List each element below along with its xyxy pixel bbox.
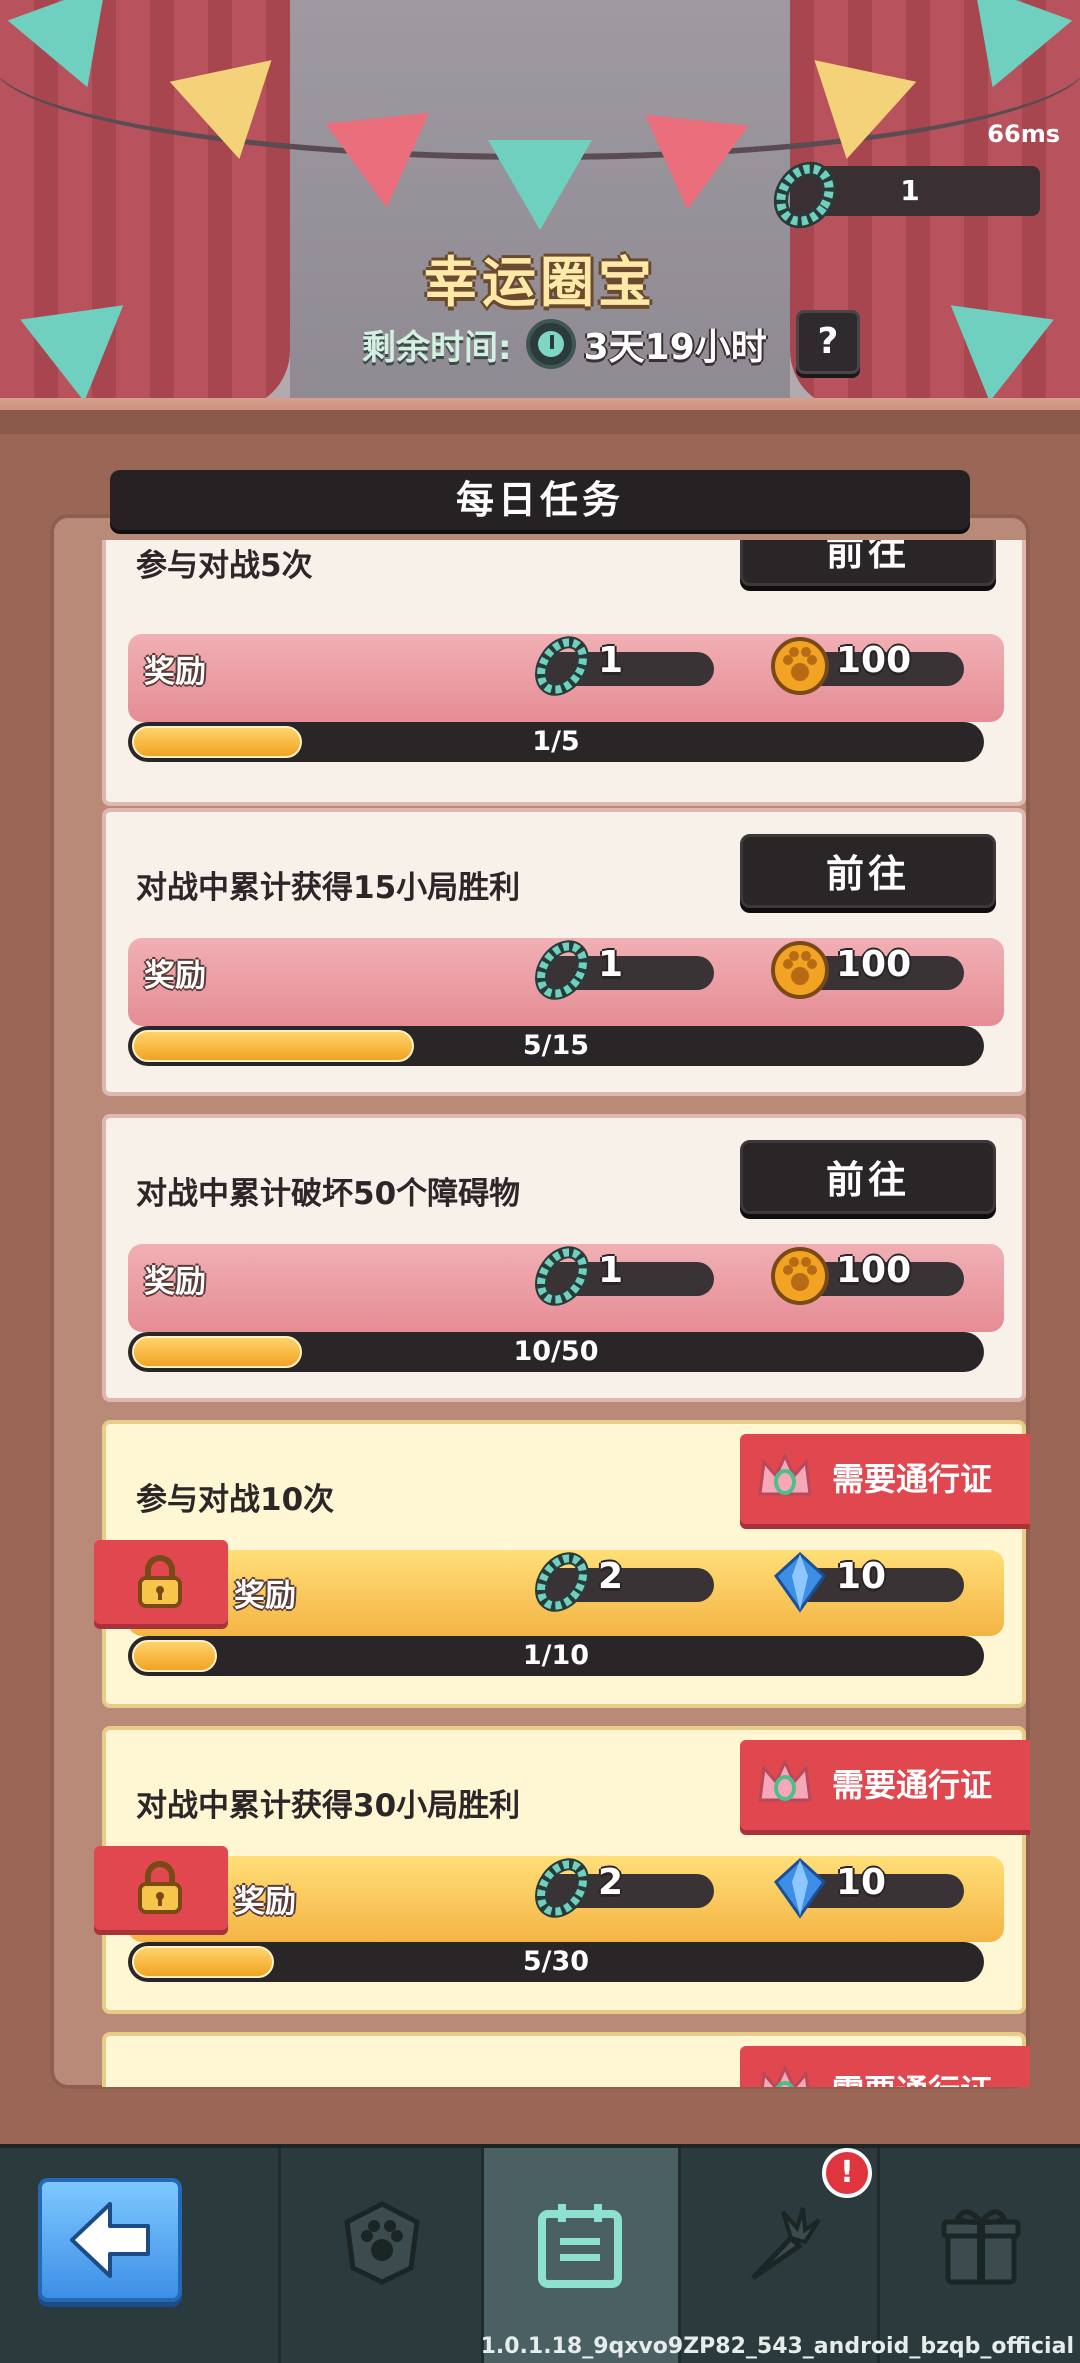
diamond-icon — [774, 1857, 826, 1919]
task-list[interactable]: 参与对战5次 前往 奖励 1 100 1/5 对战中累计获得15小局胜利 前往 … — [50, 540, 1030, 2087]
task-title: 对战中累计获得15小局胜利 — [136, 870, 521, 906]
ring-icon — [535, 940, 589, 1000]
task-card: 参与对战5次 前往 奖励 1 100 1/5 — [102, 540, 1026, 806]
reward-band: 奖励 1 100 — [128, 1244, 1004, 1332]
bunting-flag — [20, 305, 136, 409]
reward-label: 奖励 — [144, 958, 206, 994]
task-card-locked: 需要通行证 — [102, 2032, 1030, 2087]
pass-required-label: 需要通行证 — [832, 1766, 993, 1804]
reward-label: 奖励 — [144, 1264, 206, 1300]
progress-text: 5/30 — [522, 1946, 590, 1977]
bunting-flag — [325, 112, 439, 214]
task-progress-bar: 1/5 — [128, 722, 984, 762]
bunting-flag — [938, 305, 1054, 409]
coin-reward-value: 100 — [836, 640, 912, 681]
paw-coin-icon — [771, 1247, 829, 1305]
time-remaining: 剩余时间: 3天19小时 — [362, 314, 767, 374]
progress-text: 1/10 — [522, 1640, 590, 1671]
timer-value: 3天19小时 — [583, 327, 767, 368]
task-progress-bar: 5/30 — [128, 1942, 984, 1982]
task-title: 参与对战10次 — [136, 1482, 335, 1518]
ring-count: 1 — [900, 174, 920, 207]
task-progress-bar: 1/10 — [128, 1636, 984, 1676]
notification-badge: ! — [822, 2148, 872, 2198]
ring-icon — [535, 1858, 589, 1918]
pass-required-label: 需要通行证 — [832, 1460, 993, 1498]
go-button[interactable]: 前往 — [740, 834, 996, 908]
progress-text: 1/5 — [532, 726, 580, 757]
ring-icon — [535, 636, 589, 696]
reward-band: 奖励 1 100 — [128, 634, 1004, 722]
ring-reward-value: 1 — [598, 944, 624, 985]
go-button[interactable]: 前往 — [740, 540, 996, 586]
reward-label: 奖励 — [144, 654, 206, 690]
diamond-reward-value: 10 — [836, 1556, 887, 1597]
crown-icon — [758, 1452, 812, 1496]
coin-reward-value: 100 — [836, 1250, 912, 1291]
diamond-reward-value: 10 — [836, 1862, 887, 1903]
daily-tasks-header: 每日任务 — [110, 470, 970, 530]
ring-icon — [535, 1246, 589, 1306]
reward-band: 奖励 2 10 — [128, 1550, 1004, 1636]
task-title: 对战中累计获得30小局胜利 — [136, 1788, 521, 1824]
gift-icon — [941, 2209, 1021, 2285]
reward-label: 奖励 — [234, 1884, 296, 1920]
ring-reward-value: 2 — [598, 1862, 624, 1903]
paw-coin-icon — [771, 637, 829, 695]
bunting-flag — [488, 140, 592, 230]
nav-tab-paw[interactable] — [281, 2148, 481, 2363]
ring-icon — [535, 1552, 589, 1612]
lock-tag — [94, 1846, 228, 1930]
task-card: 对战中累计破坏50个障碍物 前往 奖励 1 100 10/50 — [102, 1114, 1026, 1402]
task-title: 参与对战5次 — [136, 548, 313, 584]
lock-icon — [138, 1555, 182, 1608]
reward-label: 奖励 — [234, 1578, 296, 1614]
page-title: 幸运圈宝 — [424, 251, 656, 314]
ring-reward-value: 1 — [598, 640, 624, 681]
ring-reward-value: 1 — [598, 1250, 624, 1291]
task-card: 对战中累计获得15小局胜利 前往 奖励 1 100 5/15 — [102, 808, 1026, 1096]
nav-tab-back[interactable] — [0, 2148, 278, 2363]
carrot-icon — [751, 2207, 821, 2281]
pass-required-button[interactable]: 需要通行证 — [740, 2046, 1030, 2087]
nav-tab-calendar[interactable] — [484, 2148, 678, 2363]
crown-icon — [758, 1758, 812, 1802]
ping-indicator: 66ms — [987, 120, 1060, 148]
progress-text: 10/50 — [513, 1336, 599, 1367]
bottom-nav — [0, 2144, 1080, 2363]
nav-tab-gift[interactable] — [880, 2148, 1080, 2363]
reward-band: 奖励 2 10 — [128, 1856, 1004, 1942]
task-title: 对战中累计破坏50个障碍物 — [136, 1176, 521, 1212]
diamond-icon — [774, 1551, 826, 1613]
clock-icon — [525, 319, 576, 369]
version-label: 1.0.1.18_9qxvo9ZP82_543_android_bzqb_off… — [480, 2334, 1074, 2359]
progress-text: 5/15 — [522, 1030, 590, 1061]
lock-icon — [138, 1861, 182, 1914]
lock-tag — [94, 1540, 228, 1624]
paw-badge-icon — [344, 2201, 420, 2285]
back-arrow-icon — [70, 2202, 150, 2278]
reward-band: 奖励 1 100 — [128, 938, 1004, 1026]
task-progress-bar: 5/15 — [128, 1026, 984, 1066]
crown-icon — [760, 2064, 810, 2087]
task-card-locked: 对战中累计获得30小局胜利 需要通行证 奖励 2 10 5/30 — [94, 1726, 1030, 2014]
task-card-locked: 参与对战10次 需要通行证 奖励 2 10 1/10 — [94, 1420, 1030, 1708]
pass-required-button[interactable]: 需要通行证 — [740, 1434, 1030, 1524]
ring-reward-value: 2 — [598, 1556, 624, 1597]
timer-label: 剩余时间: — [362, 327, 512, 368]
calendar-icon — [538, 2204, 622, 2288]
coin-reward-value: 100 — [836, 944, 912, 985]
back-button[interactable] — [38, 2178, 182, 2302]
pass-required-label: 需要通行证 — [832, 2072, 992, 2087]
stage-floor — [0, 398, 1080, 410]
task-progress-bar: 10/50 — [128, 1332, 984, 1372]
bunting-flag — [635, 114, 749, 216]
help-button[interactable]: ? — [796, 310, 860, 374]
go-button[interactable]: 前往 — [740, 1140, 996, 1214]
pass-required-button[interactable]: 需要通行证 — [740, 1740, 1030, 1830]
paw-coin-icon — [771, 941, 829, 999]
